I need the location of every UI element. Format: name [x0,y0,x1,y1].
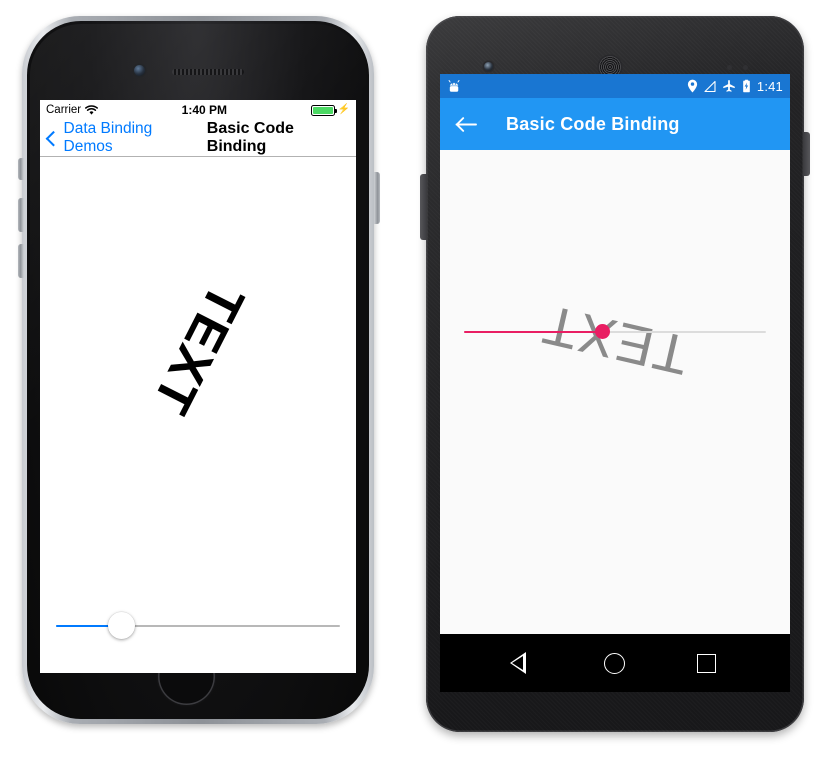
android-slider-thumb[interactable] [595,324,611,339]
android-status-bar: 1:41 [440,74,790,98]
nav-recents-square-icon[interactable] [683,640,729,686]
android-nav-bar [440,634,790,692]
ios-content-area: TEXT [40,157,356,673]
signal-off-icon [704,80,716,92]
android-content-area: TEXT [440,150,790,634]
front-camera-icon [134,65,145,76]
android-slider-fill [464,331,603,333]
proximity-sensor-icon [727,65,732,70]
carrier-label: Carrier [46,104,82,116]
ios-rotation-slider[interactable] [56,612,340,640]
front-camera-icon [484,62,493,71]
location-pin-icon [687,79,697,93]
ios-back-button[interactable]: Data Binding Demos [45,120,198,156]
arrow-back-icon[interactable] [455,115,478,134]
ring-switch-button[interactable] [18,158,24,180]
android-app-bar: Basic Code Binding [440,98,790,150]
ios-screen: Carrier 1:40 PM ⚡ Data Binding Demos Bas… [40,100,356,673]
light-sensor-icon [743,65,748,70]
android-page-title: Basic Code Binding [506,113,680,134]
earpiece-speaker-icon [172,69,244,75]
chevron-left-icon [45,130,61,146]
battery-charging-icon [743,79,750,93]
ios-status-time: 1:40 PM [181,103,228,117]
volume-down-button[interactable] [18,244,24,278]
ios-nav-bar: Data Binding Demos Basic Code Binding [40,120,356,157]
android-status-icons: 1:41 [687,79,783,94]
ios-status-left: Carrier [46,104,99,116]
power-button[interactable] [803,132,810,176]
airplane-mode-icon [723,80,735,92]
ios-back-label: Data Binding Demos [63,120,153,155]
nav-back-triangle-icon[interactable] [501,640,547,686]
nav-home-circle-icon[interactable] [592,640,638,686]
ios-status-bar: Carrier 1:40 PM ⚡ [40,100,356,120]
android-device: 1:41 Basic Code Binding TEXT [420,14,810,744]
android-rotation-slider[interactable] [464,322,766,342]
ios-rotated-text: TEXT [141,274,255,424]
charging-bolt-icon: ⚡ [337,104,350,115]
ios-page-title: Basic Code Binding [206,120,294,155]
volume-up-button[interactable] [18,198,24,232]
android-robot-icon [448,79,460,92]
volume-buttons[interactable] [420,174,427,240]
android-status-time: 1:41 [756,78,783,94]
ios-slider-thumb[interactable] [107,612,135,639]
ios-status-right: ⚡ [310,104,350,116]
battery-full-icon [310,104,337,116]
iphone-device: Carrier 1:40 PM ⚡ Data Binding Demos Bas… [14,12,382,728]
power-button[interactable] [374,172,380,224]
android-screen: 1:41 Basic Code Binding TEXT [440,74,790,692]
wifi-icon [85,104,99,115]
